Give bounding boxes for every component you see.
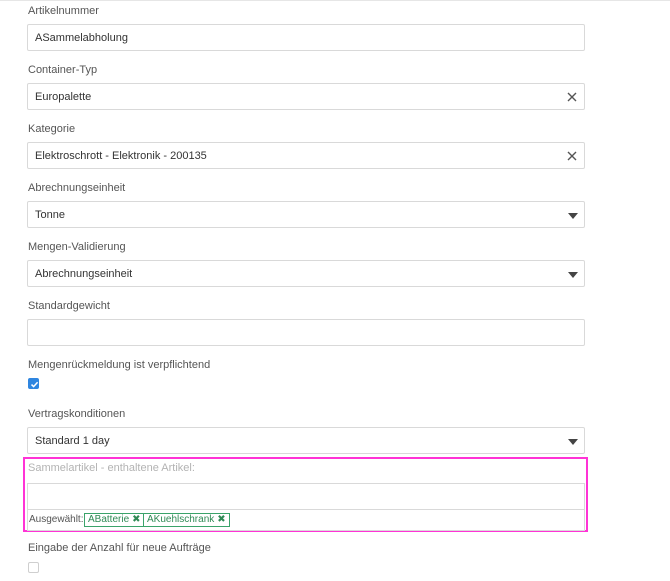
artikelnummer-label: Artikelnummer xyxy=(28,5,99,17)
selected-tag[interactable]: ABatterie ✖ xyxy=(84,513,145,527)
close-icon[interactable] xyxy=(566,91,578,103)
eingabe-anzahl-checkbox[interactable] xyxy=(28,562,39,573)
mengen-validierung-label: Mengen-Validierung xyxy=(28,241,126,253)
mengen-validierung-value: Abrechnungseinheit xyxy=(35,268,133,280)
remove-icon[interactable]: ✖ xyxy=(132,514,140,526)
caret-down-icon[interactable] xyxy=(568,439,578,445)
caret-down-icon[interactable] xyxy=(568,272,578,278)
selected-label: Ausgewählt: xyxy=(29,514,84,525)
standardgewicht-label: Standardgewicht xyxy=(28,300,110,312)
eingabe-anzahl-label: Eingabe der Anzahl für neue Aufträge xyxy=(28,542,211,554)
mengen-validierung-select[interactable]: Abrechnungseinheit xyxy=(27,260,585,287)
standardgewicht-input[interactable] xyxy=(27,319,585,346)
sammelartikel-input[interactable] xyxy=(27,483,585,510)
abrechnungseinheit-select[interactable]: Tonne xyxy=(27,201,585,228)
container-typ-label: Container-Typ xyxy=(28,64,98,76)
vertragskonditionen-label: Vertragskonditionen xyxy=(28,408,126,420)
abrechnungseinheit-label: Abrechnungseinheit xyxy=(28,182,126,194)
container-typ-select[interactable]: Europalette xyxy=(27,83,585,110)
vertragskonditionen-select[interactable]: Standard 1 day xyxy=(27,427,585,454)
sammelartikel-selected-row: Ausgewählt: ABatterie ✖ AKuehlschrank ✖ xyxy=(27,510,585,531)
top-divider xyxy=(0,0,670,1)
sammelartikel-label: Sammelartikel - enthaltene Artikel: xyxy=(28,462,195,474)
selected-tag-label: AKuehlschrank xyxy=(147,514,215,525)
kategorie-value: Elektroschrott - Elektronik - 200135 xyxy=(35,150,207,162)
kategorie-select[interactable]: Elektroschrott - Elektronik - 200135 xyxy=(27,142,585,169)
mengenrueckmeldung-checkbox[interactable] xyxy=(28,378,39,389)
selected-tag[interactable]: AKuehlschrank ✖ xyxy=(143,513,230,527)
vertragskonditionen-value: Standard 1 day xyxy=(35,435,110,447)
mengenrueckmeldung-label: Mengenrückmeldung ist verpflichtend xyxy=(28,359,211,371)
caret-down-icon[interactable] xyxy=(568,213,578,219)
abrechnungseinheit-value: Tonne xyxy=(35,209,65,221)
remove-icon[interactable]: ✖ xyxy=(217,514,225,526)
checkmark-icon xyxy=(30,381,39,388)
kategorie-label: Kategorie xyxy=(28,123,76,135)
container-typ-value: Europalette xyxy=(35,91,92,103)
artikelnummer-input[interactable]: ASammelabholung xyxy=(27,24,585,51)
close-icon[interactable] xyxy=(566,150,578,162)
selected-tag-label: ABatterie xyxy=(88,514,130,525)
artikelnummer-value: ASammelabholung xyxy=(35,32,128,44)
